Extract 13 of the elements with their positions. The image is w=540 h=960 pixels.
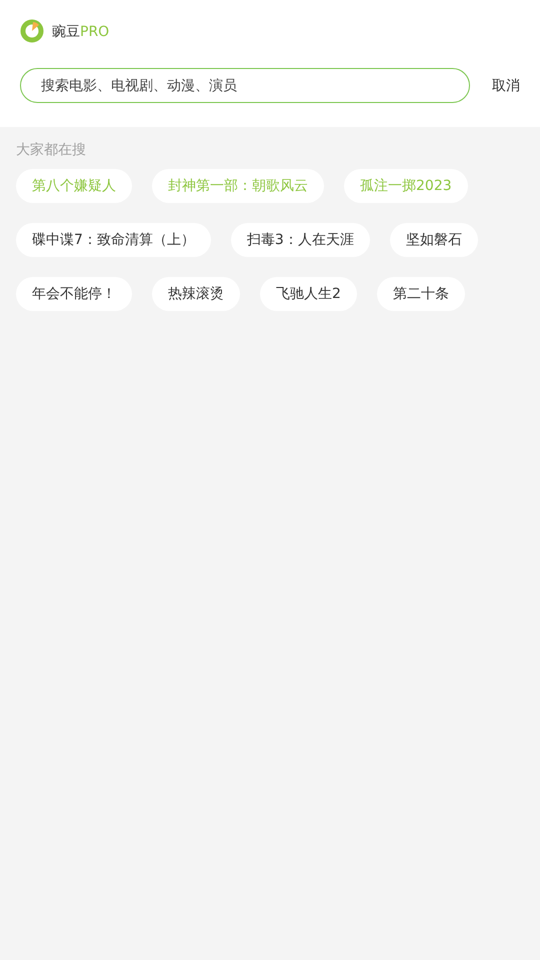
search-field[interactable]: 搜索电影、电视剧、动漫、演员 [20, 68, 470, 103]
brand-suffix: PRO [80, 24, 110, 40]
logo-icon [20, 19, 44, 43]
section-title: 大家都在搜 [16, 141, 87, 159]
search-tag[interactable]: 坚如磐石 [390, 223, 478, 257]
cancel-button[interactable]: 取消 [490, 76, 522, 94]
brand-name: 豌豆 [52, 24, 80, 40]
search-tag[interactable]: 年会不能停！ [16, 277, 132, 311]
search-tag[interactable]: 扫毒3：人在天涯 [230, 223, 370, 257]
search-tag[interactable]: 第二十条 [376, 277, 465, 311]
search-tag[interactable]: 热辣滚烫 [152, 277, 240, 311]
search-tag[interactable]: 碟中谍7：致命清算（上） [16, 223, 211, 257]
search-tag[interactable]: 飞驰人生2 [260, 277, 357, 311]
